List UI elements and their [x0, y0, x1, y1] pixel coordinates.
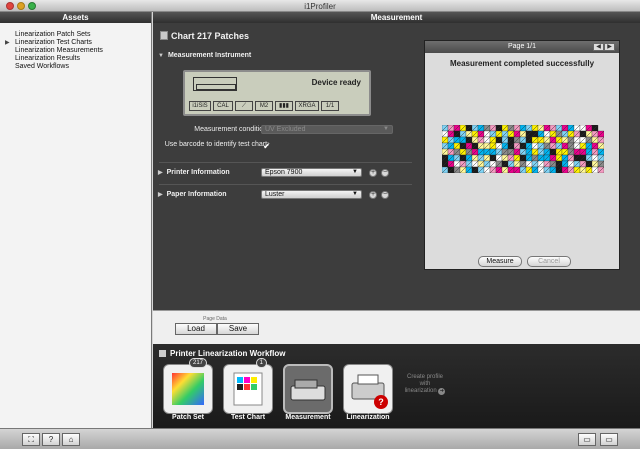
workflow-step-test-chart[interactable]: 1	[223, 358, 273, 414]
disclosure-triangle-icon[interactable]: ▶	[5, 39, 10, 47]
workflow-step-patch-set[interactable]: 217	[163, 358, 213, 414]
page-data-bar: Page Data Load Save	[153, 310, 640, 344]
asset-item-results[interactable]: Linearization Results	[15, 55, 151, 63]
paper-select[interactable]: Luster ▼	[261, 190, 362, 199]
test-chart-patches	[442, 125, 604, 173]
dropdown-arrow-icon: ▼	[352, 191, 358, 197]
prev-page-button[interactable]: ◀	[593, 43, 604, 51]
measurement-condition-select[interactable]: UV Excluded ▼	[261, 125, 393, 134]
paper-section-toggle[interactable]: ▶ Paper Information	[158, 191, 227, 198]
workflow-panel: Printer Linearization Workflow 217 Patch…	[153, 344, 640, 428]
lcd-segment-count: 1/1	[321, 101, 339, 111]
preview-page-bar: Page 1/1 ◀ ▶	[425, 41, 619, 53]
instrument-section-toggle[interactable]: ▼ Measurement Instrument	[158, 52, 251, 59]
instrument-status-icon[interactable]: ▭	[578, 433, 596, 446]
lcd-segment-cal: CAL	[213, 101, 233, 111]
section-divider	[159, 184, 412, 185]
patch-count-badge: 217	[188, 358, 207, 368]
measurement-status-message: Measurement completed successfully	[449, 59, 595, 68]
device-status: Device ready	[311, 78, 361, 87]
dropdown-arrow-icon: ▼	[383, 126, 389, 132]
save-button[interactable]: Save	[217, 323, 259, 335]
arrow-right-icon: ➜	[438, 388, 446, 395]
asset-item-saved-workflows[interactable]: Saved Workflows	[15, 63, 151, 71]
disclosure-down-icon: ▼	[158, 53, 164, 59]
measure-button[interactable]: Measure	[478, 256, 522, 267]
barcode-checkbox[interactable]: ✔	[263, 141, 271, 152]
patch-set-icon	[172, 373, 204, 405]
asset-item-test-charts[interactable]: ▶ Linearization Test Charts	[5, 39, 151, 47]
chart-count-badge: 1	[255, 358, 267, 368]
window-title: i1Profiler	[304, 2, 336, 11]
lcd-segment-device: i1iSiS	[189, 101, 211, 111]
remove-printer-button[interactable]: −	[381, 169, 389, 177]
instrument-lcd-display: Device ready i1iSiS CAL ⟋ M2 ▮▮▮ XRGA 1/…	[183, 70, 371, 116]
instrument-connected-icon[interactable]: ▭	[600, 433, 618, 446]
load-button[interactable]: Load	[175, 323, 217, 335]
step-label-patch-set: Patch Set	[172, 414, 204, 421]
workflow-title: Printer Linearization Workflow	[159, 349, 285, 358]
step-label-test-chart: Test Chart	[230, 414, 266, 421]
asset-item-patch-sets[interactable]: Linearization Patch Sets	[15, 31, 151, 39]
lcd-status-bar: i1iSiS CAL ⟋ M2 ▮▮▮ XRGA 1/1	[189, 101, 365, 111]
dropdown-arrow-icon: ▼	[352, 169, 358, 175]
remove-paper-button[interactable]: −	[381, 191, 389, 199]
measurement-panel: Chart 217 Patches ▼ Measurement Instrumen…	[153, 23, 640, 310]
next-page-button[interactable]: ▶	[604, 43, 615, 51]
section-divider	[159, 162, 412, 163]
instrument-device-icon	[193, 77, 237, 91]
home-icon[interactable]: ⌂	[62, 433, 80, 446]
warning-question-icon: ?	[378, 397, 384, 407]
add-paper-button[interactable]: +	[369, 191, 377, 199]
step-label-linearization: Linearization	[346, 414, 390, 421]
title-bar: i1Profiler	[0, 0, 640, 12]
workflow-step-measurement[interactable]	[283, 364, 333, 414]
chart-preview-panel: Page 1/1 ◀ ▶ Measurement completed succe…	[424, 40, 620, 270]
workflow-step-linearization[interactable]: ?	[343, 364, 393, 414]
printer-linearization-icon: ?	[351, 374, 388, 409]
fullscreen-icon[interactable]: ⛶	[22, 433, 40, 446]
measurement-header: Measurement	[153, 12, 640, 23]
disclosure-right-icon: ▶	[158, 192, 163, 198]
help-button[interactable]: ?	[42, 433, 60, 446]
assets-header: Assets	[0, 12, 151, 23]
test-chart-icon	[233, 372, 263, 406]
bottom-toolbar: ⛶ ? ⌂ ▭ ▭	[0, 428, 640, 449]
page-nav: ◀ ▶	[593, 43, 615, 51]
asset-item-measurements[interactable]: Linearization Measurements	[15, 47, 151, 55]
add-printer-button[interactable]: +	[369, 169, 377, 177]
disclosure-right-icon: ▶	[158, 170, 163, 176]
page-data-label: Page Data	[203, 316, 227, 322]
printer-section-toggle[interactable]: ▶ Printer Information	[158, 169, 230, 176]
barcode-label: Use barcode to identify test chart:	[164, 141, 269, 148]
assets-list: Linearization Patch Sets ▶ Linearization …	[0, 23, 151, 71]
printer-select[interactable]: Epson 7900 ▼	[261, 168, 362, 177]
measurement-condition-label: Measurement condition:	[194, 126, 269, 133]
lcd-segment-graph-icon: ⟋	[235, 101, 253, 111]
page-indicator: Page 1/1	[507, 43, 537, 50]
lcd-segment-mode: M2	[255, 101, 273, 111]
create-profile-link[interactable]: Create profile with linearization ➜	[403, 374, 447, 395]
spectrophotometer-icon	[290, 379, 326, 401]
lcd-segment-standard: XRGA	[295, 101, 319, 111]
assets-panel: Assets Linearization Patch Sets ▶ Lineari…	[0, 12, 152, 428]
printer-icon	[159, 350, 166, 357]
step-label-measurement: Measurement	[285, 414, 331, 421]
chart-document-icon	[160, 31, 168, 40]
cancel-button[interactable]: Cancel	[527, 256, 571, 267]
chart-title: Chart 217 Patches	[160, 31, 249, 41]
lcd-segment-bars-icon: ▮▮▮	[275, 101, 293, 111]
